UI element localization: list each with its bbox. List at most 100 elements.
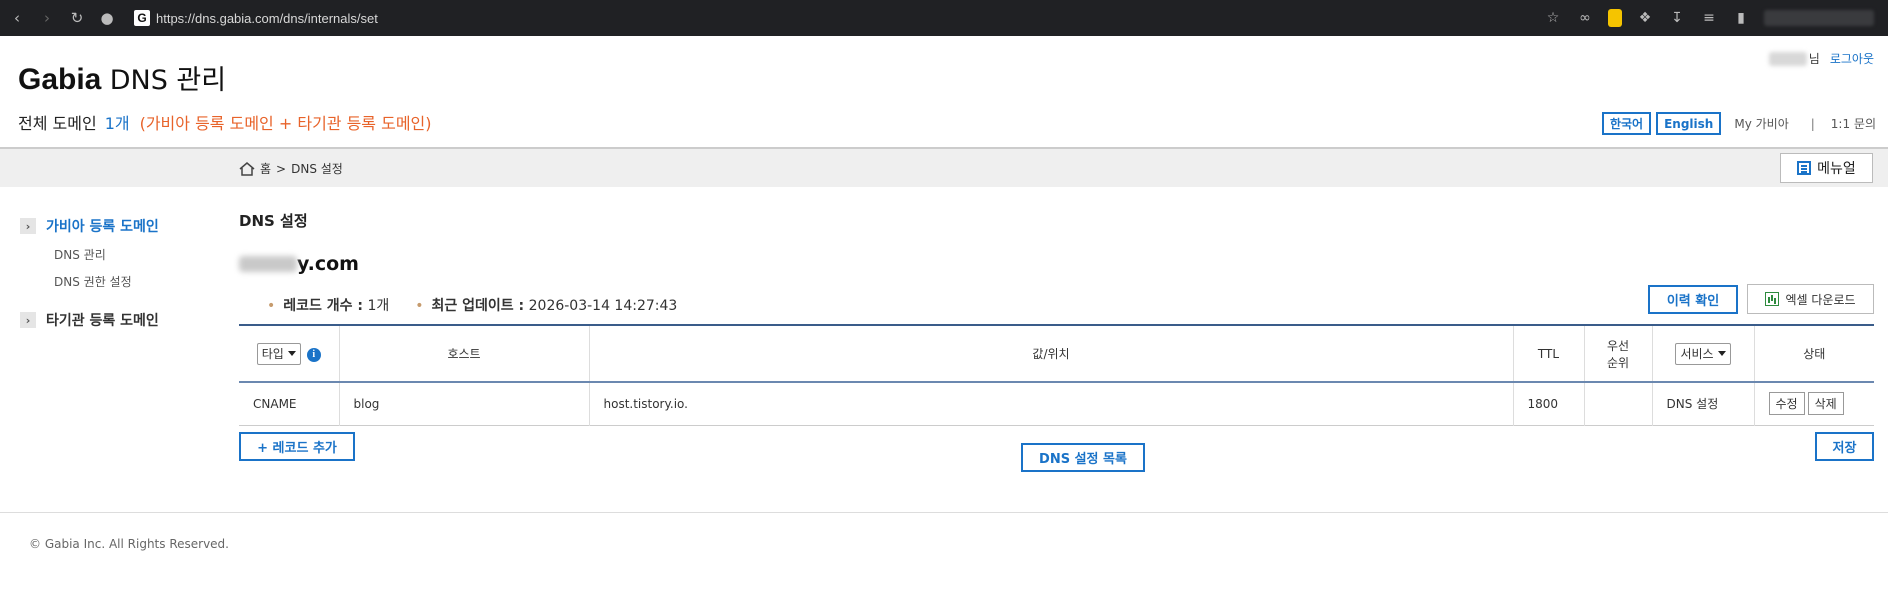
lang-en-button[interactable]: English xyxy=(1656,112,1722,135)
col-service: 서비스 xyxy=(1652,325,1755,382)
domain-name: y.com xyxy=(239,253,359,275)
lang-ko-button[interactable]: 한국어 xyxy=(1601,112,1652,135)
excel-download-button[interactable]: 엑셀 다운로드 xyxy=(1747,284,1874,314)
sidebar-group-label: 가비아 등록 도메인 xyxy=(46,219,159,235)
domain-name-redacted xyxy=(239,256,297,272)
cell-ttl: 1800 xyxy=(1513,382,1585,425)
reading-list-icon[interactable]: ≡ xyxy=(1700,9,1718,27)
breadcrumb: 홈 > DNS 설정 xyxy=(239,160,343,177)
breadcrumb-bar: 홈 > DNS 설정 메뉴얼 xyxy=(0,147,1888,187)
brand-bold: Gabia xyxy=(18,63,102,96)
microphone-icon[interactable]: ● xyxy=(94,5,120,31)
reload-icon[interactable]: ↻ xyxy=(64,5,90,31)
sidebar: › 가비아 등록 도메인 DNS 관리 DNS 권한 설정 › 타기관 등록 도… xyxy=(20,216,220,334)
add-record-button[interactable]: + 레코드 추가 xyxy=(239,432,355,461)
footer-copyright: © Gabia Inc. All Rights Reserved. xyxy=(29,537,229,551)
chevron-down-icon xyxy=(1717,351,1726,356)
breadcrumb-separator: > xyxy=(276,161,287,176)
col-status: 상태 xyxy=(1803,347,1826,361)
info-icon[interactable]: i xyxy=(306,347,321,362)
brand-light: DNS 관리 xyxy=(109,65,227,96)
inquiry-link[interactable]: 1:1 문의 xyxy=(1831,115,1876,132)
cell-status: 수정 삭제 xyxy=(1754,382,1874,425)
record-count-label: 레코드 개수 : xyxy=(283,298,364,314)
extension-badge-icon[interactable] xyxy=(1608,9,1622,27)
chevron-right-icon: › xyxy=(20,218,36,234)
book-icon xyxy=(1797,161,1812,175)
record-count-value: 1개 xyxy=(367,298,390,314)
audio-icon[interactable]: ▮ xyxy=(1732,9,1750,27)
table-row: CNAME blog host.tistory.io. 1800 DNS 설정 … xyxy=(239,382,1874,425)
user-name xyxy=(1768,51,1807,66)
cell-type: CNAME xyxy=(239,382,340,425)
record-count: 레코드 개수 : 1개 xyxy=(267,295,389,315)
cell-priority xyxy=(1584,382,1653,425)
sidebar-item-dns-manage[interactable]: DNS 관리 xyxy=(54,246,220,263)
footer-divider xyxy=(0,512,1888,513)
puzzle-icon[interactable]: ❖ xyxy=(1636,9,1654,27)
col-host: 호스트 xyxy=(339,325,590,382)
sidebar-group-label: 타기관 등록 도메인 xyxy=(46,313,159,329)
link-icon[interactable]: ∞ xyxy=(1576,9,1594,27)
summary-label: 전체 도메인 xyxy=(18,114,97,133)
col-priority: 우선순위 xyxy=(1584,325,1653,382)
col-ttl: TTL xyxy=(1513,325,1585,382)
user-suffix: 님 xyxy=(1808,52,1820,66)
summary-count: 1개 xyxy=(104,114,130,133)
cell-service: DNS 설정 xyxy=(1652,382,1755,425)
manual-button[interactable]: 메뉴얼 xyxy=(1780,153,1873,183)
delete-button[interactable]: 삭제 xyxy=(1807,392,1844,416)
browser-toolbar: ‹ › ↻ ● G https://dns.gabia.com/dns/inte… xyxy=(0,0,1888,36)
last-update-value: 2026-03-14 14:27:43 xyxy=(528,298,678,314)
col-type: 타입 i xyxy=(239,325,340,382)
my-gabia-link[interactable]: My 가비아 xyxy=(1734,115,1788,132)
excel-chart-icon xyxy=(1765,292,1780,306)
download-icon[interactable]: ↧ xyxy=(1668,9,1686,27)
type-filter-select[interactable]: 타입 xyxy=(256,342,301,365)
history-button[interactable]: 이력 확인 xyxy=(1648,285,1738,314)
sidebar-item-dns-permission[interactable]: DNS 권한 설정 xyxy=(54,273,220,290)
forward-icon[interactable]: › xyxy=(34,5,60,31)
brand-logo[interactable]: Gabia DNS 관리 xyxy=(18,58,226,97)
breadcrumb-home[interactable]: 홈 xyxy=(260,160,271,177)
save-button[interactable]: 저장 xyxy=(1815,432,1874,461)
home-icon[interactable] xyxy=(239,161,255,176)
record-meta: 레코드 개수 : 1개 최근 업데이트 : 2026-03-14 14:27:4… xyxy=(267,295,677,315)
manual-label: 메뉴얼 xyxy=(1817,161,1856,177)
sidebar-item-gabia-domains[interactable]: › 가비아 등록 도메인 xyxy=(20,216,220,236)
excel-download-label: 엑셀 다운로드 xyxy=(1785,292,1856,307)
chevron-right-icon: › xyxy=(20,312,36,328)
col-priority-line1: 우선 xyxy=(1606,338,1630,353)
profile-button[interactable] xyxy=(1764,10,1874,26)
col-value: 값/위치 xyxy=(589,325,1514,382)
address-bar[interactable]: https://dns.gabia.com/dns/internals/set xyxy=(156,11,378,26)
table-header-row: 타입 i 호스트 값/위치 TTL 우선순위 서비스 상태 xyxy=(239,325,1874,382)
edit-button[interactable]: 수정 xyxy=(1768,392,1805,416)
user-area: 님 로그아웃 xyxy=(1768,50,1874,67)
col-priority-line2: 순위 xyxy=(1606,355,1630,370)
chevron-down-icon xyxy=(287,351,296,356)
cell-value: host.tistory.io. xyxy=(589,382,1514,425)
page-title: DNS 설정 xyxy=(239,212,308,230)
main-content: DNS 설정 y.com 레코드 개수 : 1개 최근 업데이트 : 2026-… xyxy=(239,210,1874,472)
page-header: Gabia DNS 관리 전체 도메인 1개 (가비아 등록 도메인 + 타기관 등… xyxy=(0,36,1888,148)
service-filter-select[interactable]: 서비스 xyxy=(1675,342,1731,365)
domain-suffix: y.com xyxy=(297,253,359,275)
cell-host: blog xyxy=(339,382,590,425)
type-filter-label: 타입 xyxy=(261,347,284,361)
record-table: 타입 i 호스트 값/위치 TTL 우선순위 서비스 상태 CNAME blog … xyxy=(239,324,1874,426)
domain-summary: 전체 도메인 1개 (가비아 등록 도메인 + 타기관 등록 도메인) xyxy=(18,110,432,134)
breadcrumb-current: DNS 설정 xyxy=(291,162,343,176)
dns-list-button[interactable]: DNS 설정 목록 xyxy=(1021,443,1145,472)
back-icon[interactable]: ‹ xyxy=(4,5,30,31)
site-favicon-icon: G xyxy=(134,10,150,26)
summary-note: (가비아 등록 도메인 + 타기관 등록 도메인) xyxy=(139,114,432,133)
sidebar-item-other-domains[interactable]: › 타기관 등록 도메인 xyxy=(20,310,220,330)
last-update: 최근 업데이트 : 2026-03-14 14:27:43 xyxy=(415,295,678,315)
logout-link[interactable]: 로그아웃 xyxy=(1830,50,1874,67)
star-icon[interactable]: ☆ xyxy=(1544,9,1562,27)
last-update-label: 최근 업데이트 : xyxy=(431,298,525,314)
separator: | xyxy=(1810,116,1815,131)
language-bar: 한국어 English My 가비아 | 1:1 문의 xyxy=(1601,112,1876,135)
service-filter-label: 서비스 xyxy=(1680,347,1714,361)
